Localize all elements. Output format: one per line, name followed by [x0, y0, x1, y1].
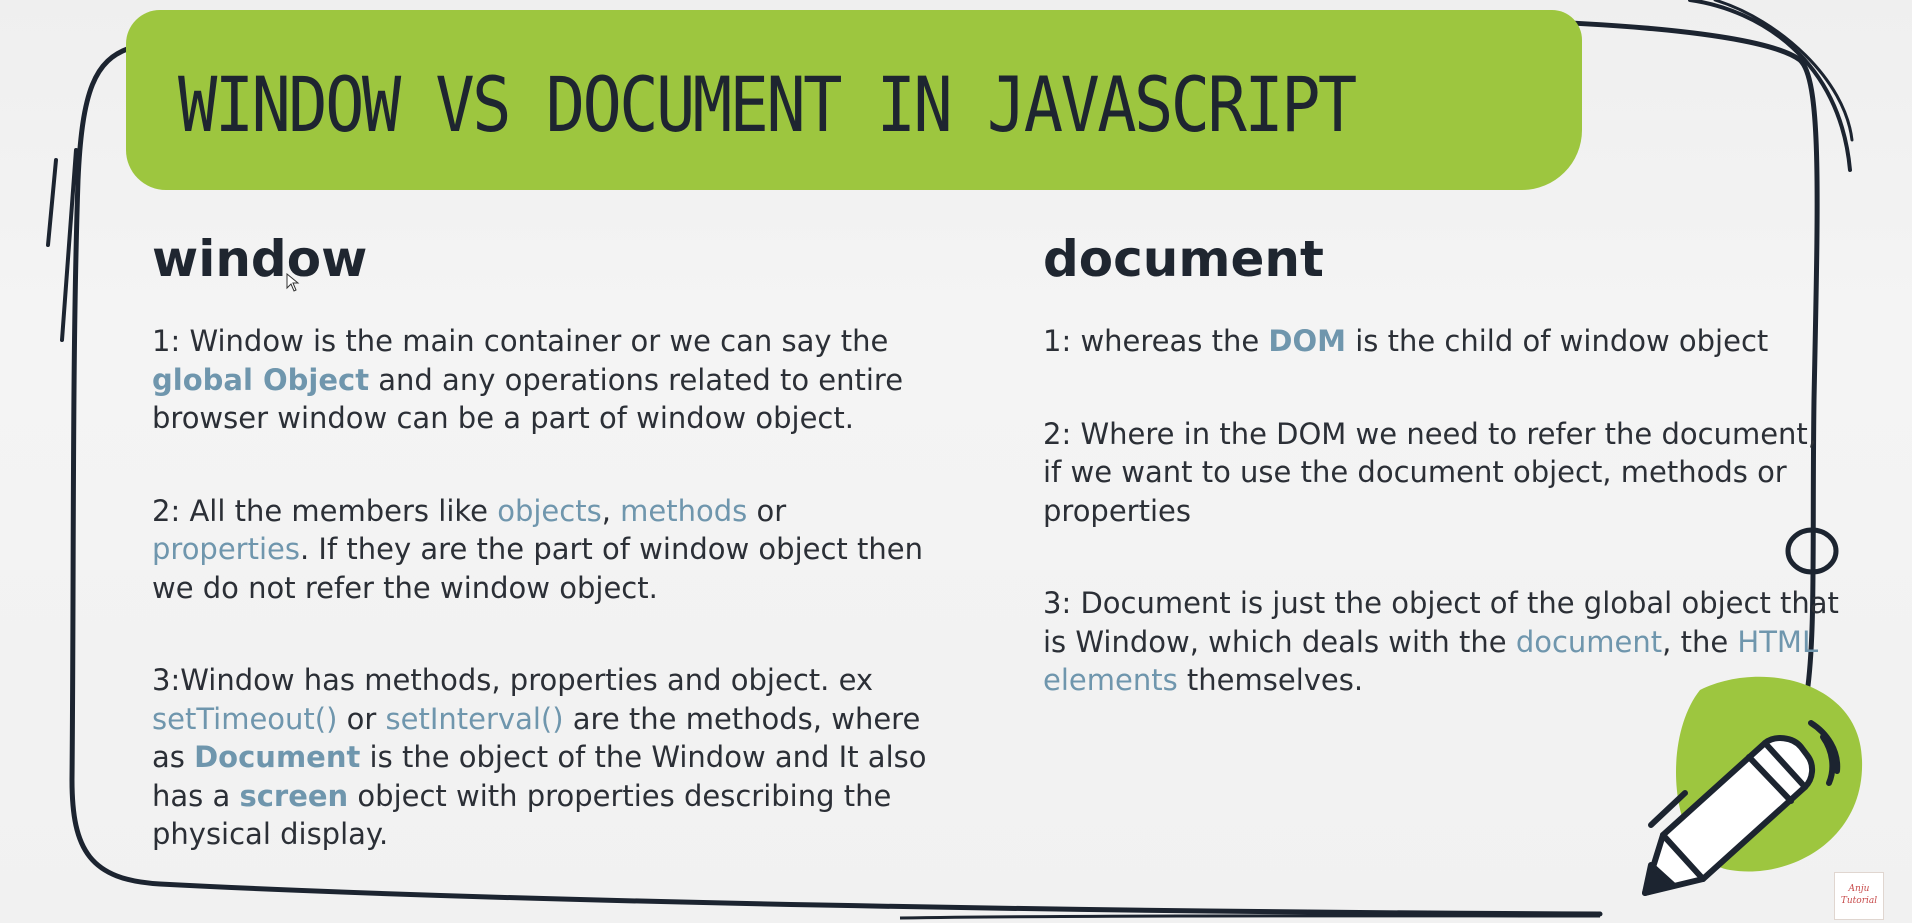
text: is the child of window object	[1346, 324, 1769, 358]
watermark-line-1: Anju	[1848, 884, 1870, 894]
document-point-1: 1: whereas the DOM is the child of windo…	[1043, 322, 1843, 361]
highlight-document-lower: document	[1515, 624, 1663, 659]
window-point-1: 1: Window is the main container or we ca…	[152, 322, 952, 438]
highlight-objects: objects	[497, 493, 602, 528]
pencil-icon	[1642, 720, 1841, 896]
text: or	[747, 493, 787, 528]
text: 2: Where in the DOM we need to refer the…	[1043, 416, 1818, 528]
highlight-setinterval: setInterval()	[385, 701, 564, 736]
window-column: window 1: Window is the main container o…	[152, 228, 952, 854]
document-point-3: 3: Document is just the object of the gl…	[1043, 584, 1843, 700]
highlight-properties: properties	[152, 532, 300, 566]
slide: Window vs document in javascript window …	[0, 0, 1912, 923]
watermark-line-2: Tutorial	[1840, 896, 1878, 906]
highlight-screen: screen	[239, 778, 349, 813]
text: , the	[1662, 624, 1738, 659]
window-point-2: 2: All the members like objects, methods…	[152, 492, 952, 608]
text: 1: whereas the	[1043, 324, 1269, 358]
highlight-methods: methods	[620, 493, 748, 528]
highlight-dom: DOM	[1268, 324, 1347, 358]
document-column: document 1: whereas the DOM is the child…	[1043, 228, 1843, 700]
highlight-settimeout: setTimeout()	[152, 701, 338, 736]
text: or	[337, 701, 386, 736]
text: ,	[601, 493, 621, 528]
mouse-cursor-icon	[286, 273, 300, 292]
text: 1: Window is the main container or we ca…	[152, 324, 889, 358]
document-point-2: 2: Where in the DOM we need to refer the…	[1043, 415, 1843, 531]
text: 2: All the members like	[152, 493, 498, 528]
page-title: Window vs document in javascript	[178, 60, 1357, 149]
highlight-document: Document	[194, 740, 361, 774]
channel-watermark: Anju Tutorial	[1834, 872, 1884, 920]
window-heading: window	[152, 230, 368, 288]
window-point-3: 3:Window has methods, properties and obj…	[152, 661, 952, 854]
highlight-global-object: global Object	[152, 362, 370, 397]
text: themselves.	[1177, 663, 1364, 697]
document-heading: document	[1043, 230, 1324, 288]
text: 3:Window has methods, properties and obj…	[152, 663, 874, 697]
